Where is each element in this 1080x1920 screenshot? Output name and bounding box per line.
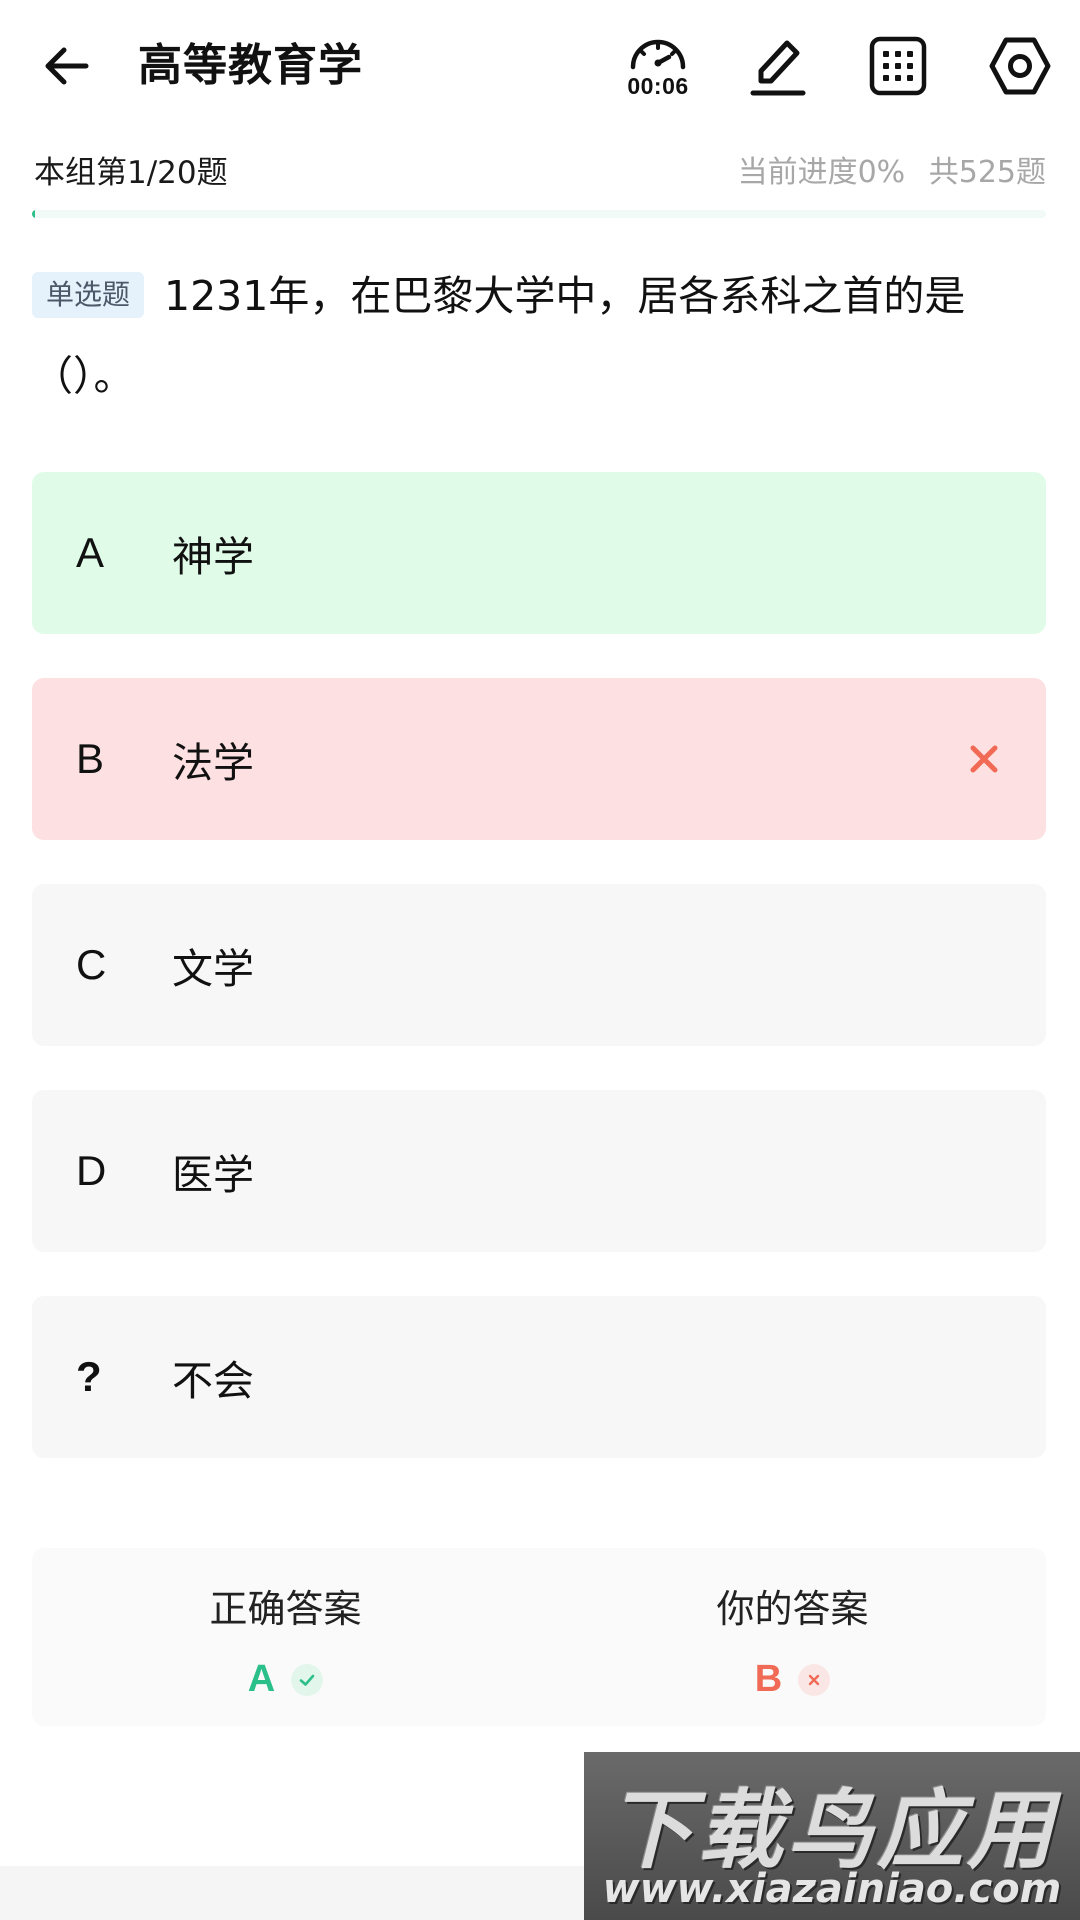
option-letter: ? <box>76 1353 102 1400</box>
wrong-x-icon <box>970 745 998 773</box>
settings-icon <box>989 37 1051 95</box>
correct-answer-value-row: A <box>32 1658 539 1701</box>
progress-fill <box>32 210 35 218</box>
your-answer-value-row: B <box>539 1658 1046 1701</box>
question-grid-button[interactable] <box>860 28 936 104</box>
option-letter: C <box>76 941 107 988</box>
timer-button[interactable]: 00:06 <box>616 24 700 108</box>
option-letter: B <box>76 735 105 782</box>
correct-answer-section: 正确答案 A <box>32 1584 539 1701</box>
watermark: 下载鸟应用 www.xiazainiao.com <box>584 1752 1080 1920</box>
answer-summary-card: 正确答案 A 你的答案 B <box>32 1548 1046 1726</box>
option-c[interactable]: C 文学 <box>32 884 1046 1046</box>
your-answer-value: B <box>754 1658 783 1700</box>
option-text: 文学 <box>172 945 254 993</box>
back-arrow-icon <box>45 47 89 85</box>
option-b[interactable]: B 法学 <box>32 678 1046 840</box>
settings-button[interactable] <box>982 28 1058 104</box>
app-header: 高等教育学 00:06 <box>0 0 1080 130</box>
check-icon <box>291 1663 324 1696</box>
progress-header: 本组第1/20题 当前进度0% 共525题 <box>34 144 1046 194</box>
option-d[interactable]: D 医学 <box>32 1090 1046 1252</box>
group-position: 本组第1/20题 <box>34 154 228 191</box>
progress-percent: 当前进度0% <box>737 155 906 190</box>
option-text: 神学 <box>172 533 254 581</box>
page-title: 高等教育学 <box>138 40 363 91</box>
option-letter: A <box>76 529 105 576</box>
option-letter: D <box>76 1147 107 1194</box>
question-stem: 单选题 1231年，在巴黎大学中，居各系科之首的是（）。 <box>32 256 1042 416</box>
quiz-page: 高等教育学 00:06 本组第1/20题 当前进度0% 共525题 单选题 12… <box>0 0 1080 1920</box>
watermark-url: www.xiazainiao.com <box>602 1866 1062 1912</box>
option-dont-know[interactable]: ? 不会 <box>32 1296 1046 1458</box>
stopwatch-icon <box>630 39 686 69</box>
correct-answer-value: A <box>247 1658 276 1700</box>
correct-answer-label: 正确答案 <box>209 1587 362 1631</box>
your-answer-section: 你的答案 B <box>539 1584 1046 1701</box>
option-text: 不会 <box>172 1357 254 1405</box>
timer-display: 00:06 <box>627 72 689 99</box>
question-text: 1231年，在巴黎大学中，居各系科之首的是（）。 <box>32 272 966 400</box>
cross-icon <box>798 1663 831 1696</box>
note-edit-button[interactable] <box>740 28 816 104</box>
back-button[interactable] <box>36 36 96 96</box>
option-text: 法学 <box>172 739 254 787</box>
your-answer-label: 你的答案 <box>716 1587 869 1631</box>
progress-info: 当前进度0% 共525题 <box>738 147 1046 191</box>
total-count: 共525题 <box>928 155 1046 190</box>
option-a[interactable]: A 神学 <box>32 472 1046 634</box>
option-text: 医学 <box>172 1151 254 1199</box>
pencil-icon <box>750 40 806 96</box>
grid-icon <box>869 36 927 96</box>
question-type-badge: 单选题 <box>32 272 145 318</box>
progress-bar <box>32 210 1046 218</box>
